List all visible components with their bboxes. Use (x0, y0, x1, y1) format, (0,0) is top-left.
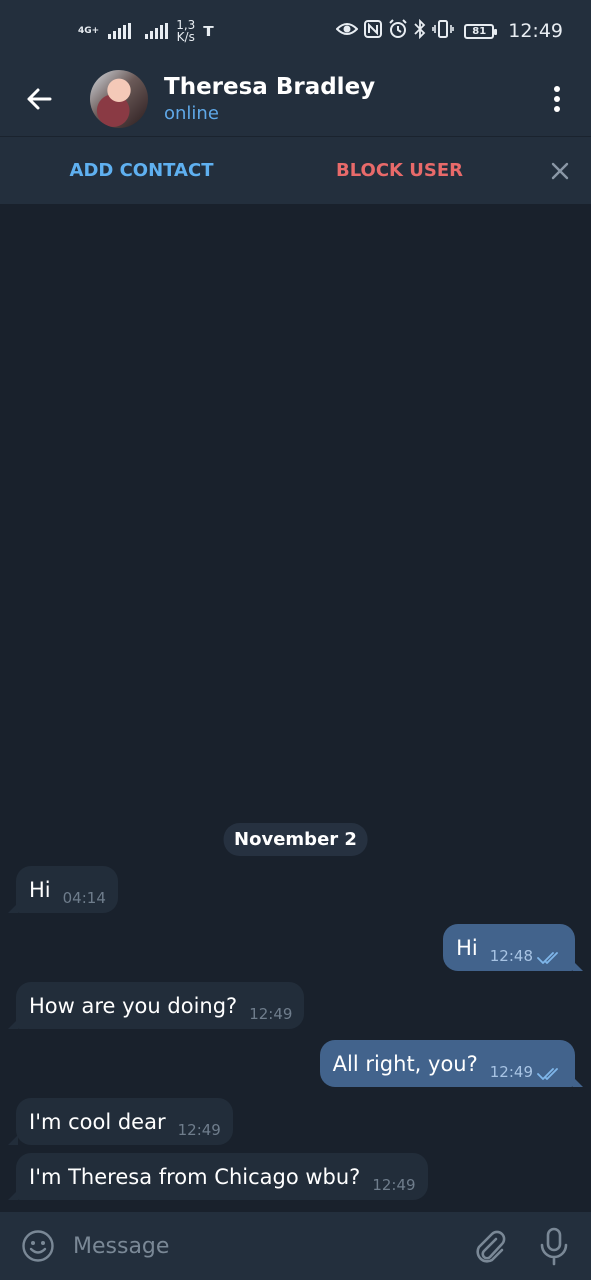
chat-header: Theresa Bradley online (0, 62, 591, 136)
status-right: 81 12:49 (335, 18, 563, 44)
status-left: 4G+ 1,3 K/s т (78, 19, 214, 43)
message-outgoing[interactable]: Hi 12:48 (443, 924, 583, 971)
alarm-icon (388, 18, 408, 44)
contact-title[interactable]: Theresa Bradley online (164, 73, 375, 126)
status-bar: 4G+ 1,3 K/s т 81 12:49 (0, 0, 591, 62)
close-action-bar-button[interactable] (545, 156, 575, 186)
message-time: 12:49 (489, 1063, 533, 1081)
nfc-icon (364, 19, 383, 43)
message-time: 12:49 (177, 1121, 221, 1139)
paperclip-icon (476, 1230, 506, 1263)
message-text: Hi (456, 936, 478, 960)
message-text: I'm cool dear (29, 1110, 166, 1134)
message-incoming[interactable]: I'm cool dear 12:49 (8, 1098, 233, 1145)
network-speed: 1,3 K/s (176, 19, 195, 43)
avatar[interactable] (90, 70, 148, 128)
add-contact-button[interactable]: ADD CONTACT (0, 160, 283, 181)
eye-icon (335, 20, 359, 42)
message-incoming[interactable]: How are you doing? 12:49 (7, 982, 305, 1029)
contact-action-bar: ADD CONTACT BLOCK USER (0, 136, 591, 204)
message-time: 12:48 (489, 947, 533, 965)
read-checks-icon (537, 1068, 558, 1080)
block-user-button[interactable]: BLOCK USER (258, 160, 541, 181)
attach-button[interactable] (472, 1228, 508, 1264)
back-button[interactable] (0, 62, 78, 136)
voice-record-button[interactable] (538, 1226, 570, 1266)
message-text: How are you doing? (29, 994, 238, 1018)
message-text: All right, you? (332, 1052, 478, 1076)
network-type: 4G+ (78, 25, 100, 36)
message-incoming[interactable]: Hi 04:14 (8, 866, 118, 913)
message-incoming[interactable]: I'm Theresa from Chicago wbu? 12:49 (8, 1153, 428, 1200)
back-arrow-icon (27, 88, 52, 110)
battery-icon: 81 (464, 23, 498, 39)
more-options-button[interactable] (523, 62, 591, 136)
contact-status: online (164, 102, 219, 124)
bluetooth-icon (414, 18, 426, 44)
close-icon (551, 162, 569, 180)
message-time: 12:49 (372, 1176, 416, 1194)
message-time: 04:14 (62, 889, 106, 907)
more-vertical-icon (554, 86, 560, 112)
speed-unit: K/s (176, 30, 195, 44)
battery-level: 81 (472, 25, 487, 37)
message-composer (0, 1212, 591, 1280)
vibrate-icon (432, 19, 455, 44)
emoji-icon (22, 1230, 54, 1262)
message-text: I'm Theresa from Chicago wbu? (29, 1165, 361, 1189)
read-checks-icon (537, 952, 558, 964)
message-time: 12:49 (249, 1005, 293, 1023)
status-time: 12:49 (508, 20, 563, 42)
message-text: Hi (29, 878, 51, 902)
signal-icon (145, 23, 169, 39)
message-outgoing[interactable]: All right, you? 12:49 (319, 1040, 584, 1087)
microphone-icon (540, 1227, 568, 1266)
message-input[interactable] (73, 1226, 453, 1266)
t-app-icon: т (203, 20, 214, 41)
signal-icon (108, 23, 132, 39)
date-separator: November 2 (223, 823, 368, 856)
emoji-button[interactable] (21, 1229, 55, 1263)
contact-name: Theresa Bradley (164, 73, 376, 100)
